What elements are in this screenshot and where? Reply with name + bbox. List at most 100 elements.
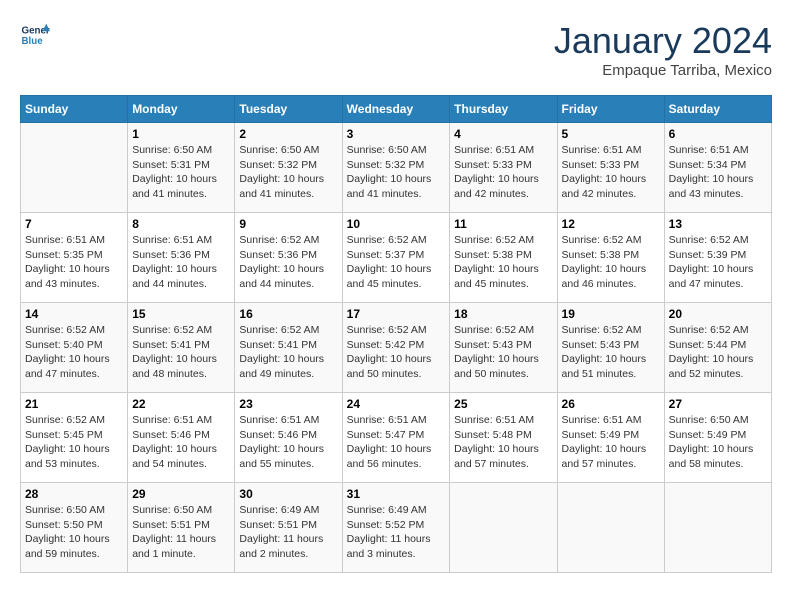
calendar-cell: 18 Sunrise: 6:52 AMSunset: 5:43 PMDayligh… <box>450 303 557 393</box>
logo: General Blue <box>20 20 50 50</box>
calendar-cell: 28 Sunrise: 6:50 AMSunset: 5:50 PMDayligh… <box>21 483 128 573</box>
day-info: Sunrise: 6:51 AMSunset: 5:49 PMDaylight:… <box>562 413 660 472</box>
day-info: Sunrise: 6:51 AMSunset: 5:46 PMDaylight:… <box>239 413 337 472</box>
calendar-cell: 19 Sunrise: 6:52 AMSunset: 5:43 PMDayligh… <box>557 303 664 393</box>
day-info: Sunrise: 6:51 AMSunset: 5:36 PMDaylight:… <box>132 233 230 292</box>
day-info: Sunrise: 6:49 AMSunset: 5:51 PMDaylight:… <box>239 503 337 562</box>
day-number: 23 <box>239 397 337 411</box>
day-number: 12 <box>562 217 660 231</box>
weekday-header-monday: Monday <box>128 96 235 123</box>
weekday-header-tuesday: Tuesday <box>235 96 342 123</box>
calendar-cell: 12 Sunrise: 6:52 AMSunset: 5:38 PMDayligh… <box>557 213 664 303</box>
day-info: Sunrise: 6:52 AMSunset: 5:43 PMDaylight:… <box>454 323 552 382</box>
calendar-cell: 21 Sunrise: 6:52 AMSunset: 5:45 PMDayligh… <box>21 393 128 483</box>
day-info: Sunrise: 6:50 AMSunset: 5:32 PMDaylight:… <box>347 143 446 202</box>
day-number: 1 <box>132 127 230 141</box>
page-header: General Blue January 2024 Empaque Tarrib… <box>20 20 772 79</box>
day-info: Sunrise: 6:52 AMSunset: 5:39 PMDaylight:… <box>669 233 767 292</box>
day-info: Sunrise: 6:51 AMSunset: 5:48 PMDaylight:… <box>454 413 552 472</box>
location-subtitle: Empaque Tarriba, Mexico <box>554 62 772 79</box>
day-number: 3 <box>347 127 446 141</box>
calendar-week-row: 1 Sunrise: 6:50 AMSunset: 5:31 PMDaylight… <box>21 123 772 213</box>
calendar-cell: 30 Sunrise: 6:49 AMSunset: 5:51 PMDayligh… <box>235 483 342 573</box>
logo-icon: General Blue <box>20 20 50 50</box>
day-number: 30 <box>239 487 337 501</box>
day-number: 21 <box>25 397 123 411</box>
day-number: 18 <box>454 307 552 321</box>
calendar-cell <box>557 483 664 573</box>
day-number: 25 <box>454 397 552 411</box>
day-info: Sunrise: 6:52 AMSunset: 5:37 PMDaylight:… <box>347 233 446 292</box>
calendar-cell: 6Sunrise: 6:51 AMSunset: 5:34 PMDaylight… <box>664 123 771 213</box>
calendar-cell: 3 Sunrise: 6:50 AMSunset: 5:32 PMDaylight… <box>342 123 450 213</box>
calendar-cell: 27 Sunrise: 6:50 AMSunset: 5:49 PMDayligh… <box>664 393 771 483</box>
calendar-cell: 10Sunrise: 6:52 AMSunset: 5:37 PMDayligh… <box>342 213 450 303</box>
calendar-cell: 31 Sunrise: 6:49 AMSunset: 5:52 PMDayligh… <box>342 483 450 573</box>
calendar-cell <box>664 483 771 573</box>
day-number: 27 <box>669 397 767 411</box>
weekday-header-row: SundayMondayTuesdayWednesdayThursdayFrid… <box>21 96 772 123</box>
day-number: 31 <box>347 487 446 501</box>
day-info: Sunrise: 6:50 AMSunset: 5:49 PMDaylight:… <box>669 413 767 472</box>
calendar-cell: 23 Sunrise: 6:51 AMSunset: 5:46 PMDayligh… <box>235 393 342 483</box>
weekday-header-thursday: Thursday <box>450 96 557 123</box>
day-info: Sunrise: 6:52 AMSunset: 5:36 PMDaylight:… <box>239 233 337 292</box>
day-number: 5 <box>562 127 660 141</box>
calendar-cell: 25 Sunrise: 6:51 AMSunset: 5:48 PMDayligh… <box>450 393 557 483</box>
calendar-week-row: 14 Sunrise: 6:52 AMSunset: 5:40 PMDayligh… <box>21 303 772 393</box>
weekday-header-friday: Friday <box>557 96 664 123</box>
day-info: Sunrise: 6:50 AMSunset: 5:32 PMDaylight:… <box>239 143 337 202</box>
day-info: Sunrise: 6:51 AMSunset: 5:46 PMDaylight:… <box>132 413 230 472</box>
day-info: Sunrise: 6:52 AMSunset: 5:38 PMDaylight:… <box>562 233 660 292</box>
day-info: Sunrise: 6:52 AMSunset: 5:41 PMDaylight:… <box>132 323 230 382</box>
calendar-cell: 22Sunrise: 6:51 AMSunset: 5:46 PMDayligh… <box>128 393 235 483</box>
day-number: 2 <box>239 127 337 141</box>
calendar-cell: 5 Sunrise: 6:51 AMSunset: 5:33 PMDaylight… <box>557 123 664 213</box>
day-number: 17 <box>347 307 446 321</box>
calendar-cell: 11Sunrise: 6:52 AMSunset: 5:38 PMDayligh… <box>450 213 557 303</box>
calendar-cell: 26 Sunrise: 6:51 AMSunset: 5:49 PMDayligh… <box>557 393 664 483</box>
day-number: 26 <box>562 397 660 411</box>
day-info: Sunrise: 6:52 AMSunset: 5:44 PMDaylight:… <box>669 323 767 382</box>
day-info: Sunrise: 6:50 AMSunset: 5:50 PMDaylight:… <box>25 503 123 562</box>
calendar-cell: 2 Sunrise: 6:50 AMSunset: 5:32 PMDaylight… <box>235 123 342 213</box>
day-number: 9 <box>239 217 337 231</box>
calendar-cell: 8 Sunrise: 6:51 AMSunset: 5:36 PMDaylight… <box>128 213 235 303</box>
day-info: Sunrise: 6:52 AMSunset: 5:40 PMDaylight:… <box>25 323 123 382</box>
day-info: Sunrise: 6:52 AMSunset: 5:41 PMDaylight:… <box>239 323 337 382</box>
day-number: 28 <box>25 487 123 501</box>
month-title: January 2024 <box>554 20 772 62</box>
calendar-cell: 4Sunrise: 6:51 AMSunset: 5:33 PMDaylight… <box>450 123 557 213</box>
calendar-cell: 13 Sunrise: 6:52 AMSunset: 5:39 PMDayligh… <box>664 213 771 303</box>
calendar-cell <box>21 123 128 213</box>
day-info: Sunrise: 6:52 AMSunset: 5:43 PMDaylight:… <box>562 323 660 382</box>
day-number: 19 <box>562 307 660 321</box>
day-number: 16 <box>239 307 337 321</box>
day-number: 13 <box>669 217 767 231</box>
day-info: Sunrise: 6:50 AMSunset: 5:31 PMDaylight:… <box>132 143 230 202</box>
day-number: 11 <box>454 217 552 231</box>
calendar-week-row: 21 Sunrise: 6:52 AMSunset: 5:45 PMDayligh… <box>21 393 772 483</box>
svg-text:Blue: Blue <box>22 36 44 47</box>
day-number: 14 <box>25 307 123 321</box>
day-info: Sunrise: 6:49 AMSunset: 5:52 PMDaylight:… <box>347 503 446 562</box>
day-info: Sunrise: 6:51 AMSunset: 5:33 PMDaylight:… <box>562 143 660 202</box>
day-info: Sunrise: 6:52 AMSunset: 5:42 PMDaylight:… <box>347 323 446 382</box>
calendar-cell: 14 Sunrise: 6:52 AMSunset: 5:40 PMDayligh… <box>21 303 128 393</box>
day-info: Sunrise: 6:50 AMSunset: 5:51 PMDaylight:… <box>132 503 230 562</box>
calendar-cell: 7Sunrise: 6:51 AMSunset: 5:35 PMDaylight… <box>21 213 128 303</box>
day-info: Sunrise: 6:52 AMSunset: 5:45 PMDaylight:… <box>25 413 123 472</box>
day-number: 8 <box>132 217 230 231</box>
title-block: January 2024 Empaque Tarriba, Mexico <box>554 20 772 79</box>
day-info: Sunrise: 6:51 AMSunset: 5:47 PMDaylight:… <box>347 413 446 472</box>
day-info: Sunrise: 6:51 AMSunset: 5:35 PMDaylight:… <box>25 233 123 292</box>
day-info: Sunrise: 6:51 AMSunset: 5:34 PMDaylight:… <box>669 143 767 202</box>
weekday-header-sunday: Sunday <box>21 96 128 123</box>
calendar-cell <box>450 483 557 573</box>
weekday-header-saturday: Saturday <box>664 96 771 123</box>
day-number: 29 <box>132 487 230 501</box>
calendar-cell: 9 Sunrise: 6:52 AMSunset: 5:36 PMDaylight… <box>235 213 342 303</box>
day-number: 15 <box>132 307 230 321</box>
calendar-cell: 20 Sunrise: 6:52 AMSunset: 5:44 PMDayligh… <box>664 303 771 393</box>
day-number: 20 <box>669 307 767 321</box>
